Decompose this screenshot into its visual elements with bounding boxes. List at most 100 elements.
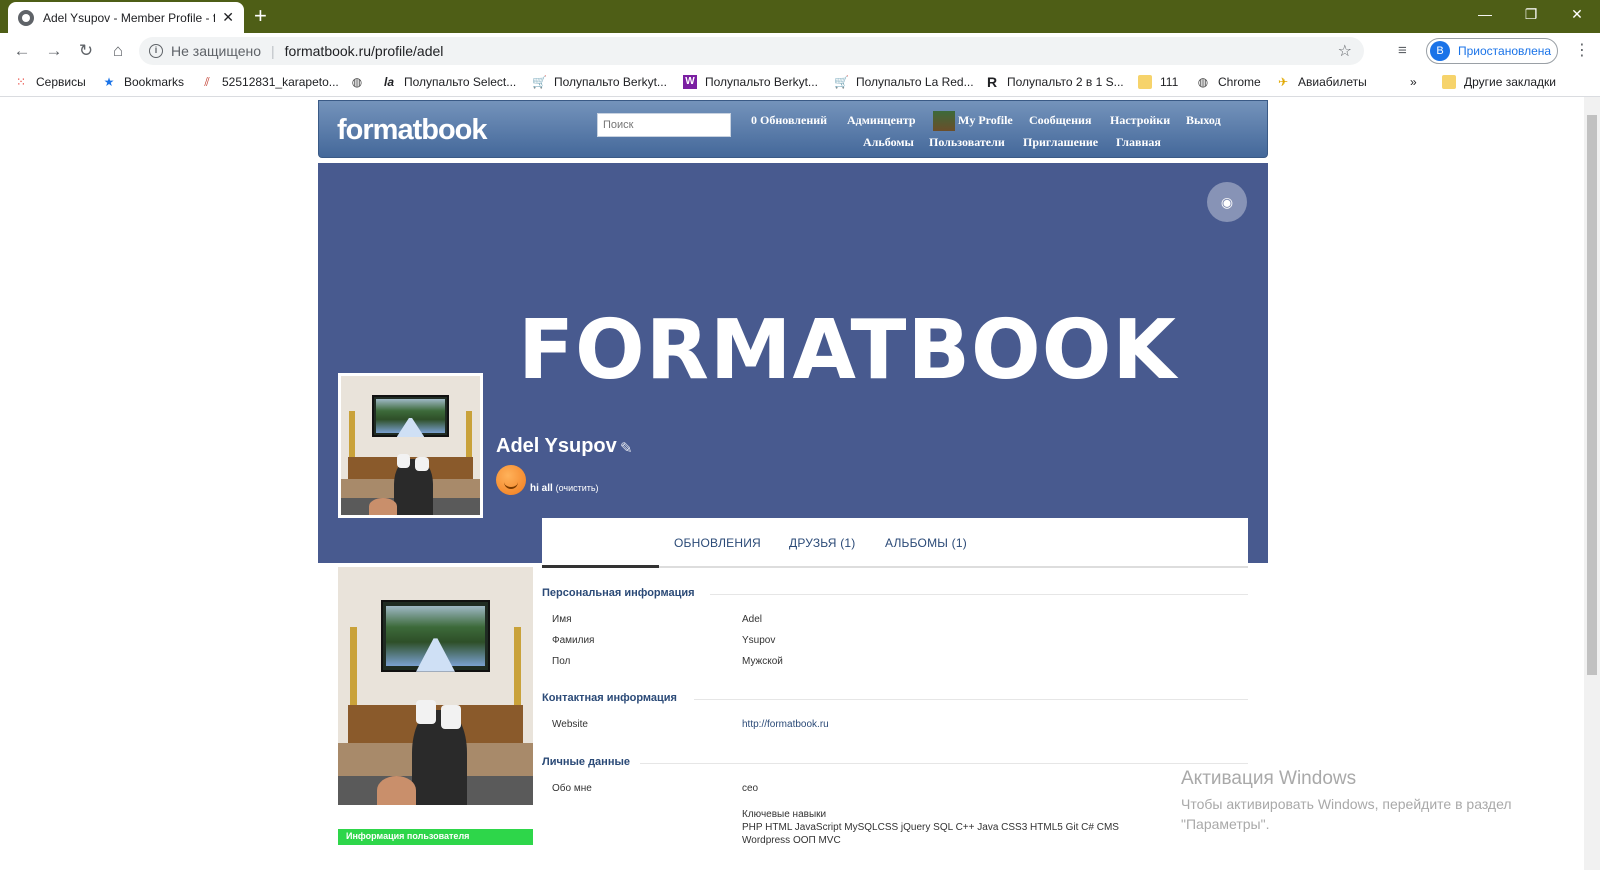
bookmark-111[interactable]: 111 [1138, 75, 1178, 89]
globe-icon [18, 9, 34, 26]
close-icon[interactable]: ✕ [222, 9, 234, 26]
profile-button[interactable]: В Приостановлена [1426, 38, 1558, 64]
divider [694, 699, 1248, 700]
cart-icon: 🛒 [834, 75, 849, 89]
reload-icon[interactable]: ↻ [70, 41, 102, 61]
nav-my-profile[interactable]: My Profile [933, 111, 1013, 131]
profile-cover: ◉ FORMATBOOK Adel Ysupov ✎ hi all (очист… [318, 163, 1268, 563]
nav-logout[interactable]: Выход [1186, 113, 1221, 128]
apps-grid-icon: ⁙ [15, 75, 27, 89]
nav-admin[interactable]: Админцентр [847, 113, 916, 128]
watermark-title: Активация Windows [1181, 768, 1357, 789]
bookmarks-bar: ⁙ Сервисы ★ Bookmarks ⫽ 52512831_karapeto..… [0, 69, 1600, 97]
nav-messages[interactable]: Сообщения [1029, 113, 1091, 128]
user-info-button[interactable]: Информация пользователя [338, 829, 533, 845]
avatar [933, 111, 955, 131]
tab-updates[interactable]: ОБНОВЛЕНИЯ [674, 536, 761, 550]
globe-icon: ◍ [1197, 75, 1209, 89]
skills-block: Ключевые навыки PHP HTML JavaScript MySQ… [742, 808, 1162, 847]
room-photo [338, 567, 533, 805]
section-contact-title: Контактная информация [542, 692, 677, 704]
edit-pencil-icon[interactable]: ✎ [620, 439, 633, 457]
status-text: hi all [530, 483, 553, 494]
page-viewport: formatbook 0 Обновлений Админцентр My Pr… [0, 97, 1584, 870]
nav-invite[interactable]: Приглашение [1023, 135, 1098, 150]
security-label: Не защищено [171, 43, 261, 59]
windows-activation-watermark: Активация Windows Чтобы активировать Win… [1181, 768, 1581, 834]
media-control-icon[interactable]: ≡ [1398, 42, 1407, 59]
folder-icon [1442, 75, 1456, 89]
tab-friends[interactable]: ДРУЗЬЯ (1) [789, 536, 855, 550]
label-last-name: Фамилия [552, 635, 595, 646]
star-icon: ★ [103, 75, 115, 89]
bookmark-berkyt-2[interactable]: W Полупальто Berkyt... [683, 75, 818, 89]
site-logo[interactable]: formatbook [337, 114, 487, 147]
bookmark-lared[interactable]: 🛒 Полупальто La Red... [834, 75, 974, 89]
browser-titlebar: Adel Ysupov - Member Profile - f ✕ + — ❐… [0, 0, 1600, 33]
bookmark-star-icon[interactable]: ☆ [1338, 41, 1352, 61]
value-about: ceo [742, 783, 759, 794]
nav-home[interactable]: Главная [1116, 135, 1161, 150]
label-about: Обо мне [552, 783, 592, 794]
menu-dots-icon[interactable]: ⋮ [1574, 40, 1590, 60]
home-icon[interactable]: ⌂ [102, 41, 134, 61]
profile-avatar-image[interactable] [338, 373, 483, 518]
skills-title: Ключевые навыки [742, 809, 827, 820]
nav-settings[interactable]: Настройки [1110, 113, 1170, 128]
nav-updates[interactable]: 0 Обновлений [751, 113, 827, 128]
search-input[interactable] [597, 113, 731, 137]
skills-line-1: PHP HTML JavaScript MySQLCSS jQuery SQL … [742, 822, 1119, 833]
minimize-icon[interactable]: — [1462, 0, 1508, 30]
bookmark-karapeto[interactable]: ⫽ 52512831_karapeto... [200, 75, 338, 89]
bookmark-other[interactable]: Другие закладки [1442, 75, 1556, 89]
url-text[interactable]: formatbook.ru/profile/adel [285, 43, 444, 59]
browser-tab[interactable]: Adel Ysupov - Member Profile - f ✕ [8, 2, 244, 33]
website-link[interactable]: http://formatbook.ru [742, 719, 829, 730]
active-tab-indicator [542, 565, 659, 568]
bookmark-select[interactable]: la Полупальто Select... [382, 75, 516, 89]
bookmark-berkyt-1[interactable]: 🛒 Полупальто Berkyt... [532, 75, 667, 89]
window-controls: — ❐ ✕ [1462, 0, 1600, 30]
value-gender: Мужской [742, 656, 783, 667]
label-first-name: Имя [552, 614, 572, 625]
camera-icon[interactable]: ◉ [1207, 182, 1247, 222]
tab-albums[interactable]: АЛЬБОМЫ (1) [885, 536, 967, 550]
scrollbar-thumb[interactable] [1587, 115, 1597, 675]
label-gender: Пол [552, 656, 571, 667]
bookmark-services[interactable]: ⁙ Сервисы [14, 75, 86, 89]
w-icon: W [683, 75, 697, 89]
nav-albums[interactable]: Альбомы [863, 135, 914, 150]
skills-line-2: Wordpress ООП MVC [742, 835, 841, 846]
forward-arrow-icon[interactable]: → [38, 41, 70, 61]
bookmark-chrome[interactable]: ◍ Chrome [1196, 75, 1261, 89]
folder-icon [1138, 75, 1152, 89]
tab-title: Adel Ysupov - Member Profile - f [43, 10, 215, 25]
bookmark-bookmarks[interactable]: ★ Bookmarks [102, 75, 184, 89]
bookmark-2in1[interactable]: R Полупальто 2 в 1 S... [985, 75, 1124, 89]
window-close-icon[interactable]: ✕ [1554, 0, 1600, 30]
bookmark-aviabilety[interactable]: ✈ Авиабилеты [1276, 75, 1367, 89]
bookmarks-overflow[interactable]: » [1410, 75, 1417, 89]
room-photo [341, 376, 480, 515]
la-icon: la [383, 75, 394, 89]
profile-name: Adel Ysupov [496, 435, 617, 457]
address-separator: | [271, 43, 275, 59]
label-website: Website [552, 719, 588, 730]
value-first-name: Adel [742, 614, 763, 625]
section-personal-title: Персональная информация [542, 587, 695, 599]
status-clear-link[interactable]: (очистить) [556, 483, 599, 493]
profile-avatar: В [1430, 41, 1450, 61]
address-bar[interactable]: i Не защищено | formatbook.ru/profile/ad… [139, 37, 1364, 65]
cover-title: FORMATBOOK [518, 303, 1177, 398]
restore-icon[interactable]: ❐ [1508, 0, 1554, 30]
info-icon[interactable]: i [149, 44, 163, 58]
smiley-icon [496, 465, 526, 495]
nav-users[interactable]: Пользователи [929, 135, 1005, 150]
profile-status: Приостановлена [1458, 44, 1552, 58]
back-arrow-icon[interactable]: ← [6, 41, 38, 61]
new-tab-button[interactable]: + [254, 4, 267, 28]
bookmark-globe[interactable]: ◍ [350, 75, 372, 89]
divider [640, 763, 1248, 764]
page-scrollbar[interactable] [1584, 97, 1600, 870]
profile-photo-large[interactable] [338, 567, 533, 805]
